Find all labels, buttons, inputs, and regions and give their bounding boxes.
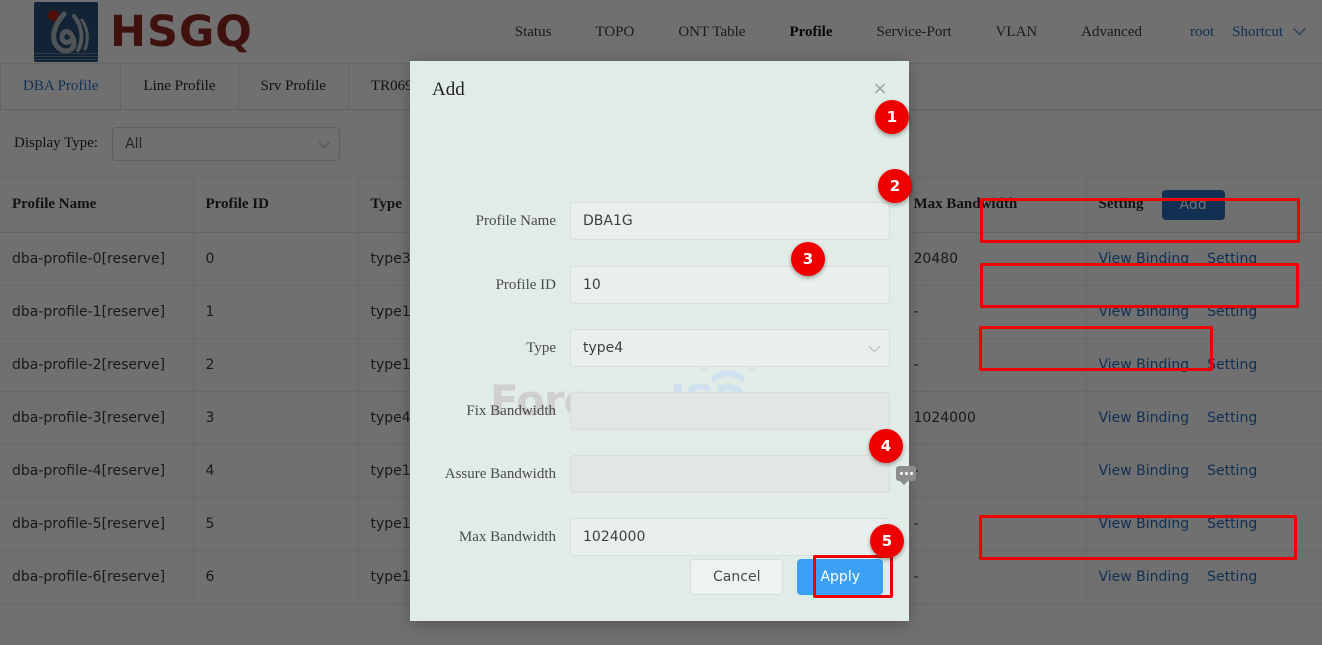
apply-button[interactable]: Apply: [797, 559, 883, 595]
annotation-badge-4: 4: [869, 429, 903, 463]
add-dba-profile-dialog: Add × Foro ISP Profile Name DBA1G Profil…: [410, 61, 1300, 621]
profile-id-input[interactable]: 10: [570, 266, 890, 304]
dialog-actions: Cancel Apply: [410, 559, 909, 595]
max-bandwidth-input[interactable]: 1024000: [570, 518, 890, 556]
app-root: HSGQ Status TOPO ONT Table Profile Servi…: [0, 0, 1322, 645]
type-value: type4: [583, 340, 624, 356]
field-profile-id-row: Profile ID 10: [410, 266, 909, 304]
max-bandwidth-value: 1024000: [583, 529, 646, 545]
annotation-badge-5: 5: [870, 524, 904, 558]
fix-bandwidth-label: Fix Bandwidth: [466, 402, 556, 419]
cancel-button[interactable]: Cancel: [690, 559, 784, 595]
profile-name-label: Profile Name: [475, 212, 556, 229]
field-max-bandwidth-row: Max Bandwidth 1024000: [410, 518, 909, 556]
profile-name-input[interactable]: DBA1G: [570, 202, 890, 240]
close-icon[interactable]: ×: [871, 80, 889, 99]
annotation-badge-2: 2: [878, 169, 912, 203]
field-profile-name-row: Profile Name DBA1G: [410, 202, 909, 240]
profile-name-value: DBA1G: [583, 213, 633, 229]
annotation-badge-1: 1: [875, 100, 909, 134]
assure-bandwidth-label: Assure Bandwidth: [444, 465, 556, 482]
chevron-down-icon: [868, 340, 881, 353]
tooltip-dots-icon: [896, 466, 916, 485]
field-fix-bandwidth-row: Fix Bandwidth: [410, 392, 909, 430]
annotation-badge-3: 3: [791, 242, 825, 276]
field-type-row: Type type4: [410, 329, 909, 367]
fix-bandwidth-input[interactable]: [570, 392, 890, 430]
type-label: Type: [526, 339, 556, 356]
profile-id-label: Profile ID: [495, 276, 556, 293]
profile-id-value: 10: [583, 277, 601, 293]
type-select[interactable]: type4: [570, 329, 890, 367]
field-assure-bandwidth-row: Assure Bandwidth: [410, 455, 909, 493]
max-bandwidth-label: Max Bandwidth: [458, 528, 556, 545]
assure-bandwidth-input[interactable]: [570, 455, 890, 493]
dialog-title: Add: [432, 79, 465, 100]
